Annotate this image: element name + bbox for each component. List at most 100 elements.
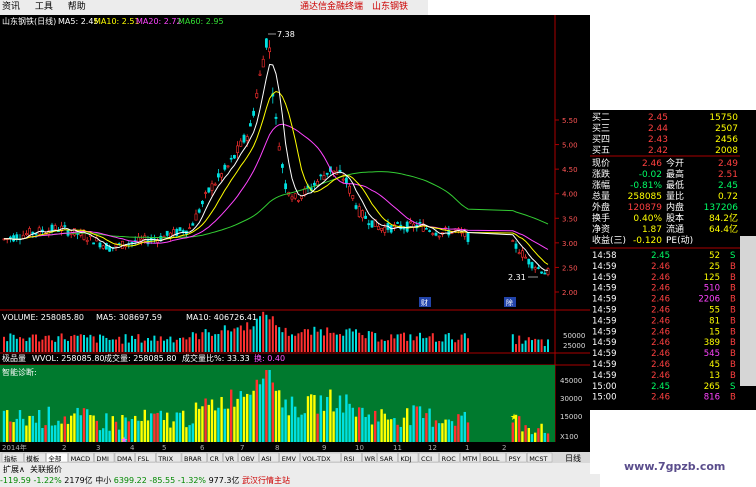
candle-body [264, 38, 268, 48]
ma10-label: MA10: 2.51 [94, 17, 140, 26]
volume-ma5-label: MA5: 308697.59 [96, 313, 162, 322]
volume-bar [89, 334, 92, 352]
stat-label: 现价 [592, 158, 610, 169]
menu-item-news[interactable]: 资讯 [0, 2, 20, 12]
event-tag-finance-label: 财 [421, 298, 428, 307]
indicator-bar [319, 395, 322, 442]
volume-bar [291, 334, 293, 352]
ad-stock-link[interactable]: 山东钢铁 [372, 0, 408, 15]
volume-bar [534, 338, 537, 352]
ad-link[interactable]: 通达信金融终端 [300, 0, 363, 15]
candle-body [351, 195, 355, 199]
stat-value: 2.49 [718, 159, 738, 169]
indicator-bar [79, 415, 82, 442]
indicator-bar [223, 408, 226, 442]
candle-body [424, 228, 428, 230]
volume-bar [83, 334, 85, 352]
candle-body [220, 173, 224, 178]
indicator-bar [262, 378, 265, 442]
menu-item-help[interactable]: 帮助 [68, 2, 86, 12]
indicator-bar [207, 404, 210, 442]
indicator-bar [18, 410, 22, 442]
tick-volume: 52 [709, 251, 720, 261]
volume-bar [393, 338, 396, 352]
volume-bar [460, 334, 463, 352]
volume-bar [543, 346, 546, 352]
volume-bar [233, 328, 236, 352]
volume-bar [134, 338, 137, 352]
indicator-bar [60, 423, 63, 442]
stat-label: 最低 [666, 179, 684, 191]
volume-bar [220, 330, 223, 352]
tick-price: 2.46 [651, 295, 670, 305]
indicator-bar [70, 415, 73, 442]
indicator-bar [290, 396, 294, 442]
volume-bar [31, 334, 34, 352]
indicator-bar [134, 415, 137, 442]
volume-bar [95, 342, 98, 352]
indicator-bar [345, 394, 348, 442]
low-price-marker: 2.31 [508, 273, 526, 282]
volume-bar [67, 340, 69, 352]
period-tab[interactable]: 日线 [565, 453, 581, 463]
indicator-bar [162, 419, 166, 442]
indicator-bar [351, 407, 354, 442]
volume-bar [44, 335, 47, 352]
volume-label: VOLUME: 258085.80 [2, 313, 84, 322]
tick-time: 14:59 [592, 327, 617, 337]
time-axis-label: 11 [393, 444, 402, 452]
indicator-bar [169, 427, 172, 442]
candle-body [137, 236, 140, 243]
stat-value: -0.120 [633, 236, 662, 246]
indicator-bar [294, 406, 297, 442]
related-quote-tab[interactable]: 关联报价 [30, 464, 62, 474]
volume-bar [412, 340, 415, 352]
volume-bar [390, 334, 393, 352]
candle-body [213, 183, 217, 186]
tick-side: B [730, 371, 736, 381]
indicator-bar [287, 415, 290, 442]
server-status[interactable]: 武汉行情主站 [242, 476, 290, 485]
candle-body [370, 220, 374, 228]
volume-bar [223, 325, 226, 352]
volume-axis-tick: 25000 [563, 342, 585, 350]
candle-body [207, 187, 211, 193]
indicator-bar [409, 425, 412, 442]
indicator-bar [111, 416, 114, 442]
indicator-bar [425, 413, 428, 442]
candle-body [543, 272, 547, 275]
indicator-wvol: WVOL: 258085.80 [32, 354, 105, 363]
indicator-deal: 成交量: 258085.80 [104, 353, 177, 363]
volume-bar [188, 337, 191, 352]
volume-bar [335, 334, 338, 352]
volume-bars [3, 311, 549, 352]
tick-side: B [730, 349, 736, 359]
candle-body [405, 221, 409, 232]
indicator-bar [412, 405, 415, 442]
candle-body [197, 209, 201, 213]
indicator-bar [105, 413, 108, 442]
indicator-bar [217, 407, 220, 442]
stat-label: 净资 [592, 223, 610, 235]
tick-time: 14:59 [592, 295, 617, 305]
expand-tab[interactable]: 扩展∧ [3, 464, 25, 474]
indicator-bar [300, 414, 303, 442]
indicator-bar [57, 420, 60, 442]
indicator-tab-label: WR [364, 455, 375, 463]
volume-bar [6, 341, 9, 352]
indicator-bar [242, 396, 246, 442]
indicator-bar [546, 433, 550, 442]
menu-item-tools[interactable]: 工具 [35, 2, 53, 12]
side-toolbar[interactable] [740, 236, 756, 386]
candle-body [296, 199, 300, 202]
volume-bar [182, 337, 185, 352]
volume-bar [454, 342, 457, 352]
indicator-bar [450, 421, 454, 442]
price-panel[interactable] [0, 15, 555, 310]
indicator-tab-label: FSL [138, 455, 150, 463]
star-icon: ★ [510, 413, 518, 423]
indicator-bar [150, 413, 153, 442]
kline-chart-area[interactable]: 山东钢铁(日线) MA5: 2.45 MA10: 2.51 MA20: 2.72… [0, 15, 590, 475]
volume-bar [457, 339, 460, 352]
indicator-bar [182, 410, 185, 442]
